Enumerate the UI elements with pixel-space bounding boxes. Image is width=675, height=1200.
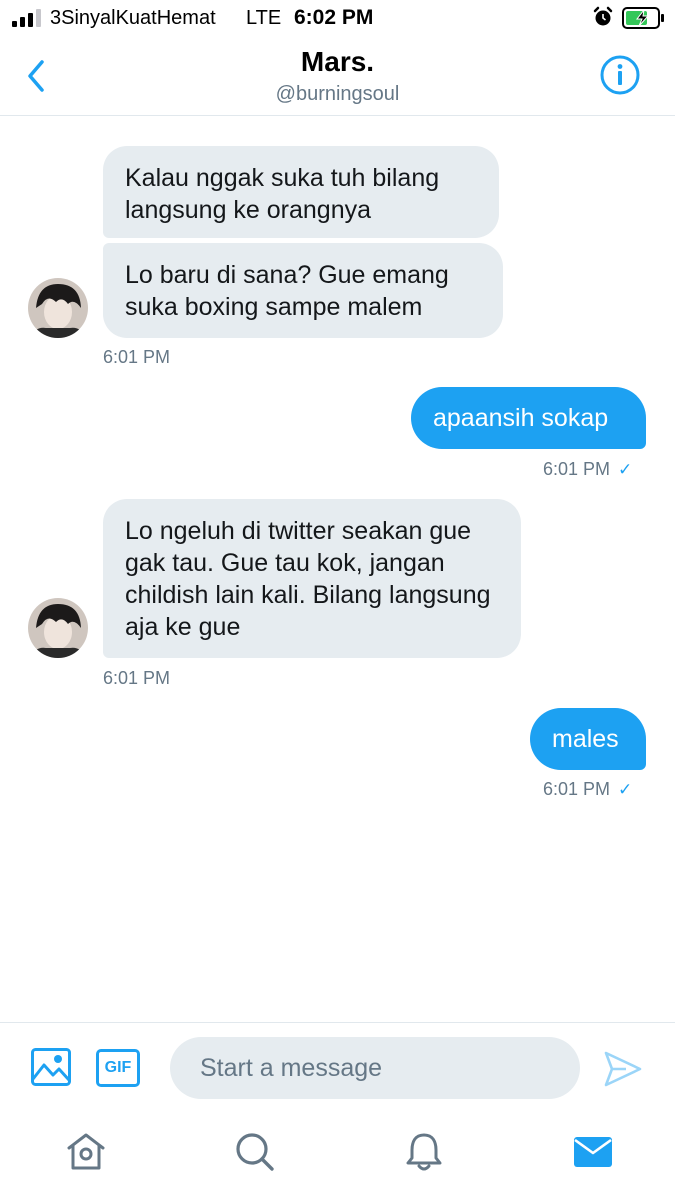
incoming-message-bubble[interactable]: Lo ngeluh di twitter seakan gue gak tau.… [103, 499, 521, 658]
message-timestamp: 6:01 PM ✓ [543, 779, 632, 800]
timestamp-text: 6:01 PM [543, 779, 611, 799]
incoming-message-bubble[interactable]: Lo baru di sana? Gue emang suka boxing s… [103, 243, 503, 338]
read-check-icon: ✓ [618, 780, 633, 799]
gif-button[interactable]: GIF [96, 1049, 140, 1087]
signal-strength-icon [12, 9, 41, 27]
conversation-header: Mars. @burningsoul [0, 36, 675, 116]
outgoing-message-bubble[interactable]: apaansih sokap [411, 387, 646, 449]
timestamp-text: 6:01 PM [543, 459, 611, 479]
contact-name[interactable]: Mars. [0, 46, 675, 78]
bottom-tab-bar [0, 1112, 675, 1200]
home-icon[interactable] [64, 1130, 108, 1174]
status-bar: 3SinyalKuatHemat LTE 6:02 PM [0, 0, 675, 36]
send-icon[interactable] [602, 1049, 644, 1089]
mail-icon[interactable] [571, 1130, 615, 1174]
battery-icon [622, 7, 664, 29]
search-icon[interactable] [233, 1130, 277, 1174]
message-composer: GIF [0, 1022, 675, 1112]
message-timestamp: 6:01 PM ✓ [543, 459, 632, 480]
incoming-message-bubble[interactable]: Kalau nggak suka tuh bilang langsung ke … [103, 146, 499, 238]
status-time: 6:02 PM [294, 6, 374, 29]
network-type: LTE [246, 7, 282, 29]
message-timestamp: 6:01 PM [103, 347, 171, 367]
contact-handle: @burningsoul [275, 83, 400, 105]
message-input[interactable] [170, 1037, 580, 1099]
outgoing-message-bubble[interactable]: males [530, 708, 646, 770]
message-timestamp: 6:01 PM [103, 668, 171, 688]
alarm-icon [593, 6, 613, 26]
read-check-icon: ✓ [618, 460, 633, 479]
contact-avatar[interactable] [28, 598, 88, 658]
contact-avatar[interactable] [28, 278, 88, 338]
info-icon[interactable] [599, 54, 641, 96]
image-icon[interactable] [30, 1047, 72, 1087]
carrier-name: 3SinyalKuatHemat [50, 7, 216, 29]
bell-icon[interactable] [402, 1130, 446, 1174]
